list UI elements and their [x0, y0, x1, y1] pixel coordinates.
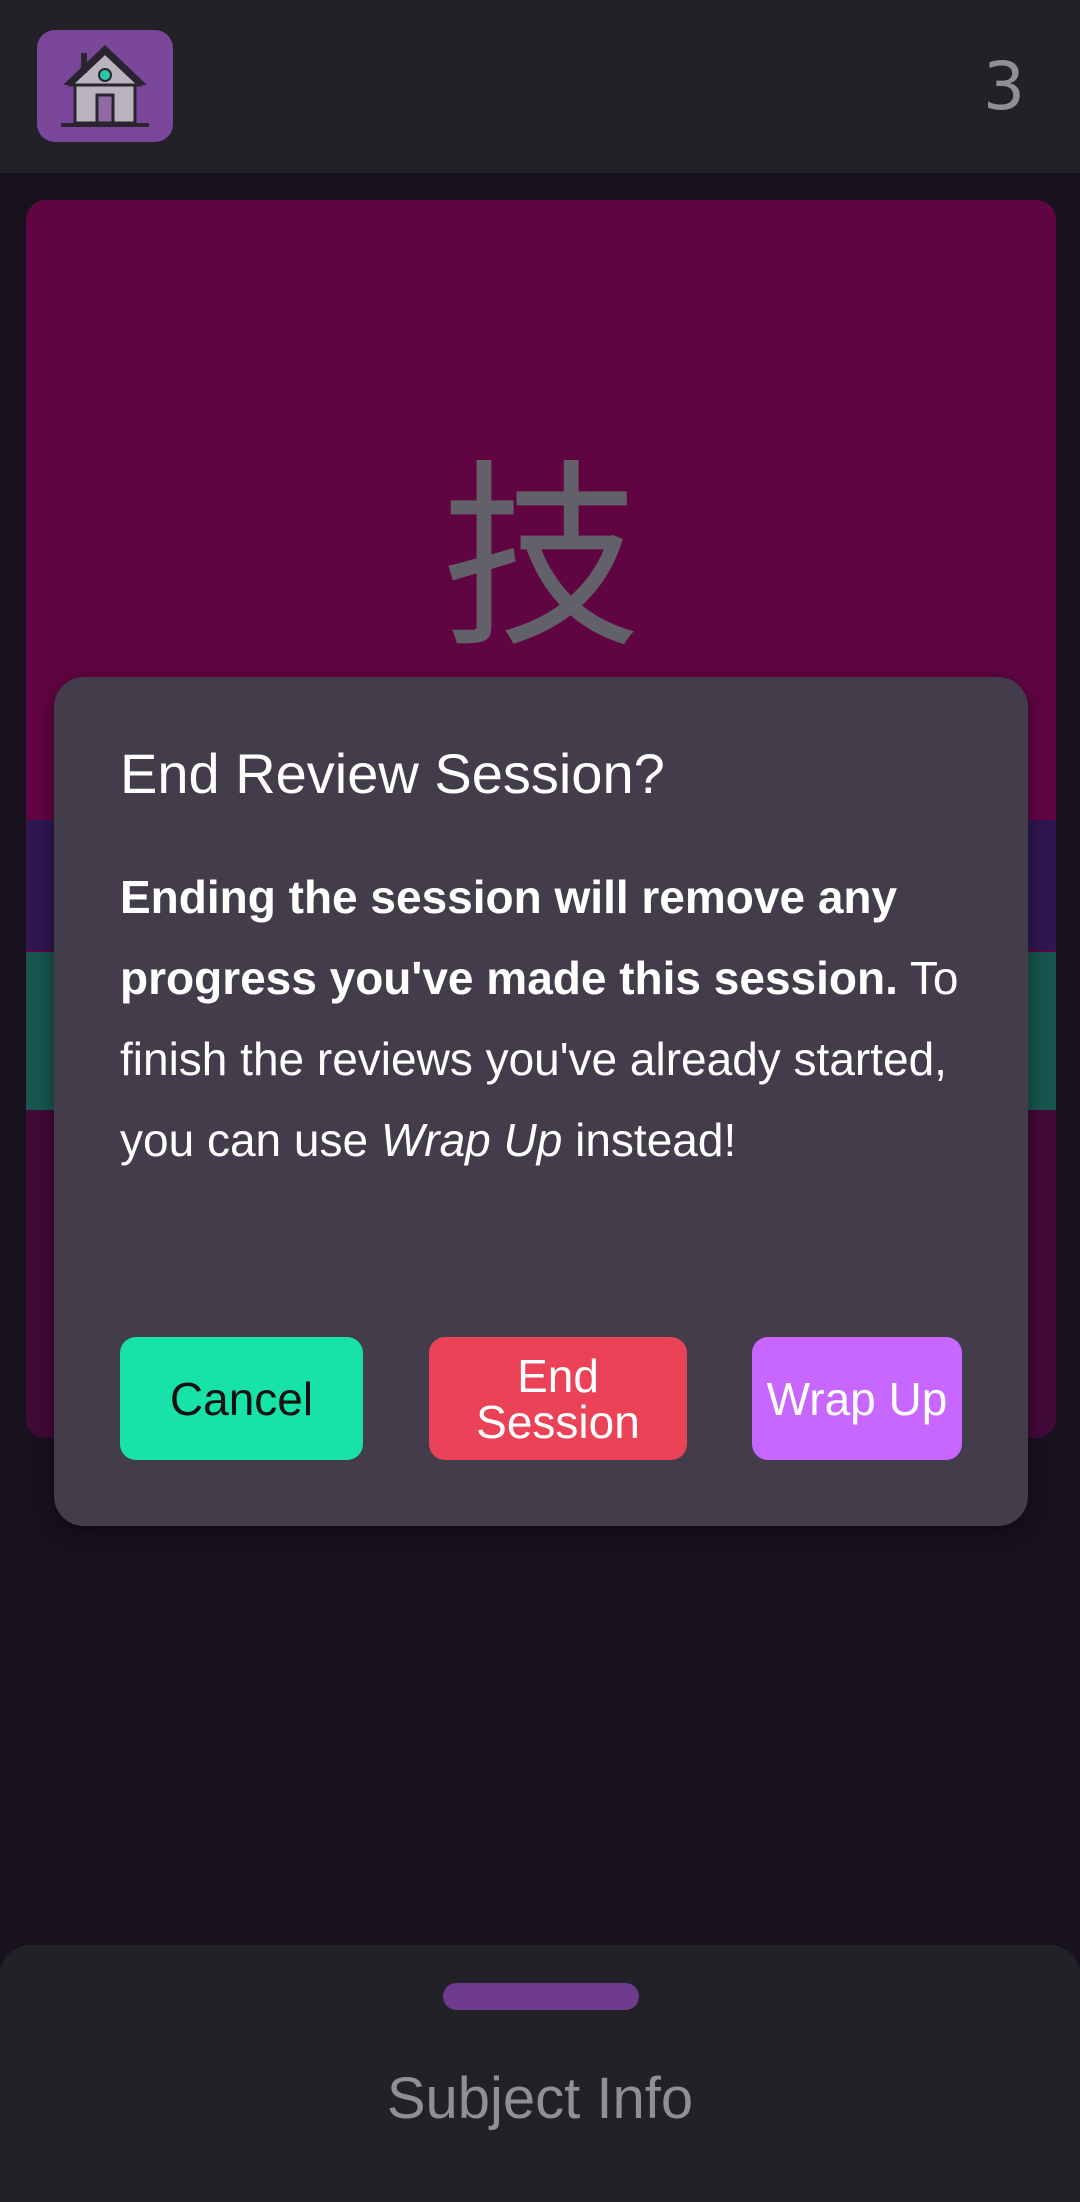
cancel-button[interactable]: Cancel [120, 1337, 363, 1460]
sheet-drag-handle[interactable] [443, 1983, 639, 2010]
dialog-message: Ending the session will remove any progr… [120, 857, 980, 1181]
dialog-wrap-up-mention: Wrap Up [380, 1114, 563, 1166]
house-icon [55, 39, 155, 134]
wrap-up-button[interactable]: Wrap Up [752, 1337, 962, 1460]
subject-info-sheet[interactable]: Subject Info [0, 1945, 1080, 2202]
home-button[interactable] [37, 30, 173, 142]
dialog-tail: instead! [562, 1114, 737, 1166]
dialog-warning: Ending the session will remove any progr… [120, 871, 898, 1004]
end-session-button[interactable]: End Session [429, 1337, 687, 1460]
top-bar: 3 [0, 0, 1080, 173]
dialog-title: End Review Session? [120, 742, 665, 805]
review-screen: 3 技 End Review Session? Ending the sessi… [0, 0, 1080, 2202]
end-session-dialog: End Review Session? Ending the session w… [54, 677, 1028, 1526]
review-count: 3 [983, 48, 1025, 125]
sheet-title: Subject Info [386, 2066, 694, 2131]
